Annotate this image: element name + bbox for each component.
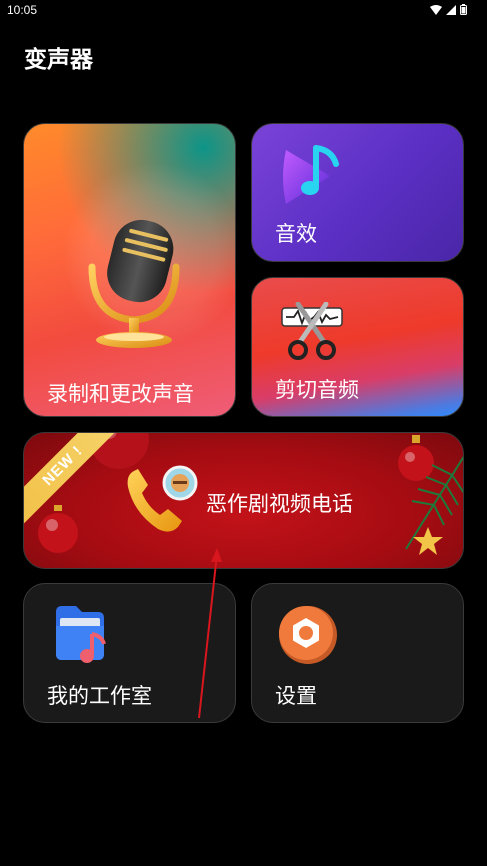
signal-icon	[446, 4, 456, 15]
star-icon	[413, 527, 443, 555]
phone-icon	[127, 465, 198, 532]
music-note-icon	[283, 145, 339, 204]
status-icons	[430, 4, 467, 15]
settings-card[interactable]: 设置	[251, 583, 464, 723]
page-title: 变声器	[24, 47, 93, 73]
my-workspace-card[interactable]: 我的工作室	[23, 583, 236, 723]
gear-icon	[279, 606, 337, 664]
effects-card-label: 音效	[275, 222, 317, 246]
settings-card-label: 设置	[275, 684, 317, 708]
scissors-waveform-icon	[281, 302, 343, 360]
sound-effects-card[interactable]: 音效	[251, 123, 464, 262]
microphone-icon	[88, 219, 180, 348]
record-card-label: 录制和更改声音	[47, 382, 194, 406]
cut-audio-card[interactable]: 剪切音频	[251, 277, 464, 417]
status-bar: 10:05	[0, 0, 487, 22]
music-folder-icon	[56, 606, 106, 663]
prank-card-label: 恶作剧视频电话	[206, 492, 353, 516]
workspace-card-label: 我的工作室	[47, 684, 152, 708]
wifi-icon	[430, 4, 442, 15]
battery-icon	[460, 4, 467, 15]
record-change-voice-card[interactable]: 录制和更改声音	[23, 123, 236, 417]
cut-card-label: 剪切音频	[275, 378, 359, 402]
status-time: 10:05	[7, 3, 38, 17]
ornament-left-icon	[38, 505, 78, 553]
prank-video-call-banner[interactable]: NEW ! 恶作剧视频电话	[23, 432, 464, 569]
